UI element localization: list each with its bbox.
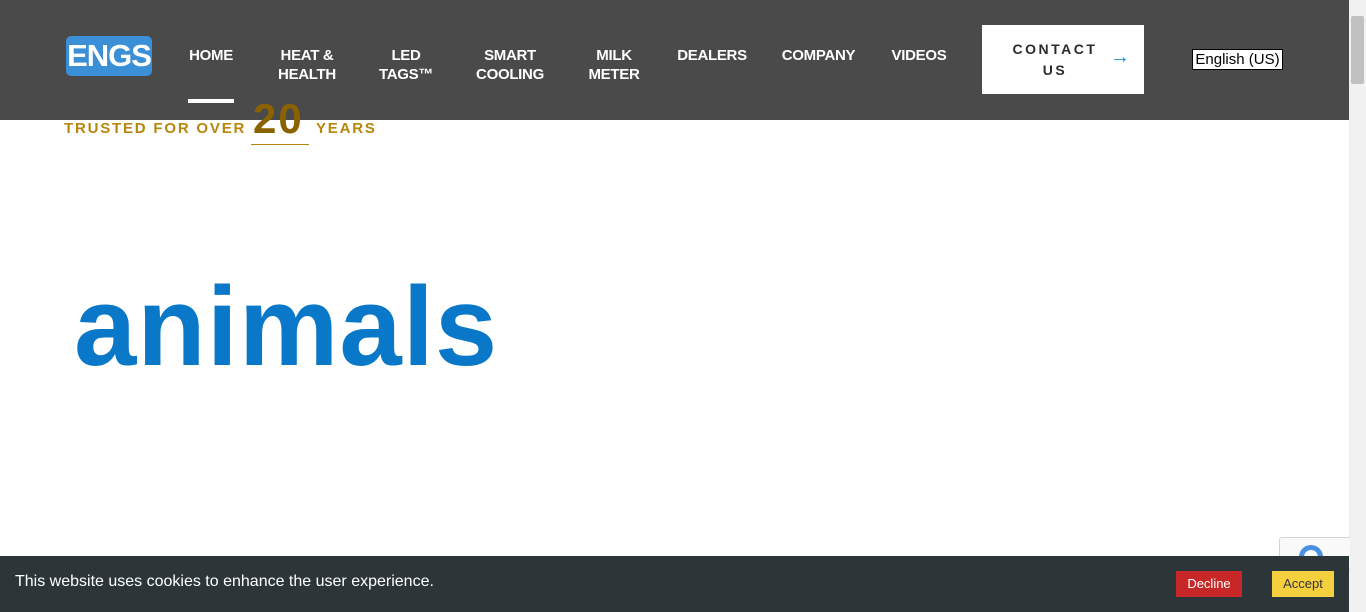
nav-smart-cooling[interactable]: SMART COOLING bbox=[474, 46, 546, 84]
scrollbar-thumb[interactable] bbox=[1351, 16, 1364, 84]
trusted-tagline: TRUSTED FOR OVER 20 YEARS bbox=[64, 96, 394, 150]
page-scrollbar[interactable] bbox=[1349, 0, 1366, 612]
nav-heat-health[interactable]: HEAT & HEALTH bbox=[275, 46, 339, 84]
trusted-suffix: YEARS bbox=[316, 120, 377, 137]
nav-dealers[interactable]: DEALERS bbox=[677, 46, 747, 65]
engs-logo[interactable]: ENGS bbox=[66, 36, 152, 76]
contact-us-button[interactable]: CONTACT US → bbox=[982, 25, 1144, 94]
arrow-right-icon: → bbox=[1110, 46, 1130, 68]
nav-videos[interactable]: VIDEOS bbox=[890, 46, 948, 65]
nav-company[interactable]: COMPANY bbox=[779, 46, 858, 65]
number-underline bbox=[251, 144, 309, 145]
decline-cookies-button[interactable]: Decline bbox=[1176, 571, 1242, 597]
trusted-prefix: TRUSTED FOR OVER bbox=[64, 120, 247, 137]
hero-rotating-word: animals bbox=[74, 264, 499, 389]
accept-cookies-button[interactable]: Accept bbox=[1272, 571, 1334, 597]
trusted-years-number: 20 bbox=[253, 95, 304, 142]
cookie-consent-bar: This website uses cookies to enhance the… bbox=[0, 556, 1349, 612]
nav-home[interactable]: HOME bbox=[188, 46, 234, 65]
language-select[interactable]: English (US) bbox=[1192, 49, 1283, 70]
contact-us-label: CONTACT US bbox=[1012, 41, 1098, 78]
cookie-message: This website uses cookies to enhance the… bbox=[15, 573, 434, 590]
nav-led-tags[interactable]: LED TAGS™ bbox=[378, 46, 434, 84]
nav-milk-meter[interactable]: MILK METER bbox=[586, 46, 642, 84]
